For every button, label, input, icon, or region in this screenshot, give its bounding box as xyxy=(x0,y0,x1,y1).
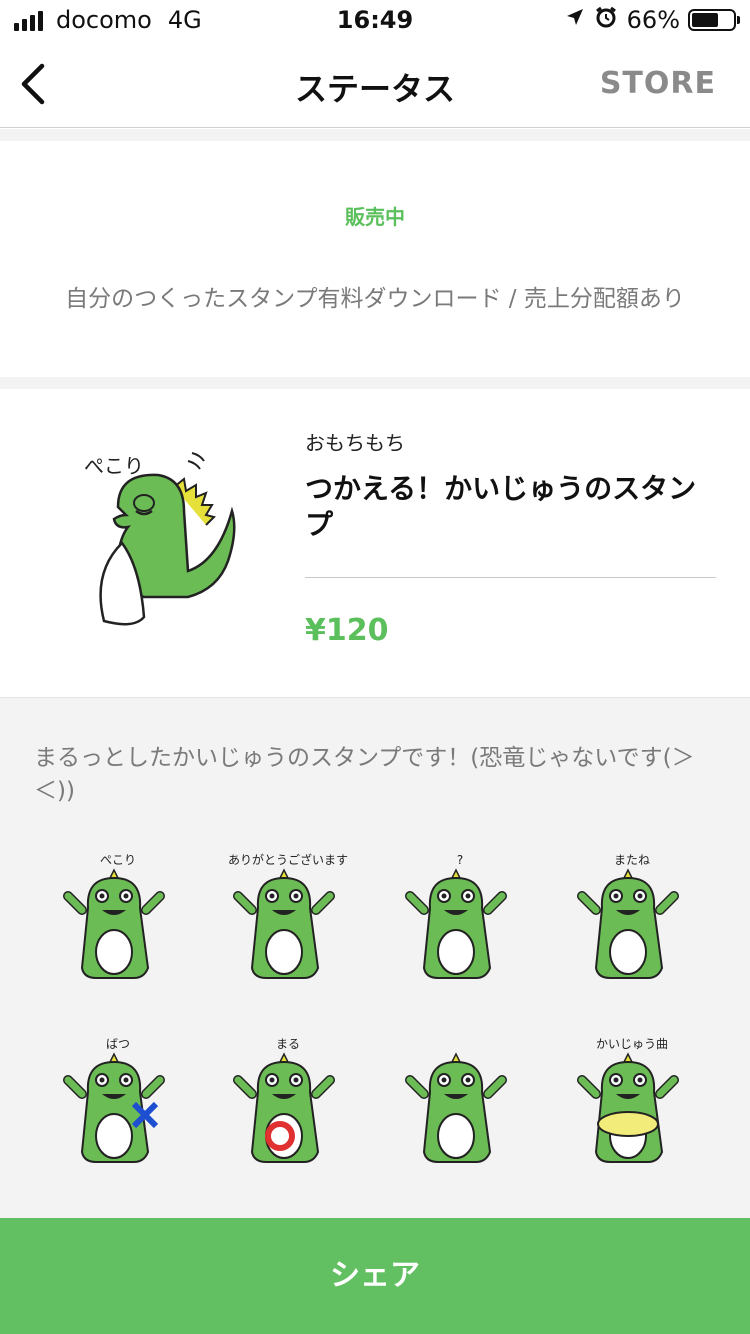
sticker-item[interactable]: ばつ xyxy=(58,1032,168,1172)
product-name: つかえる！かいじゅうのスタンプ xyxy=(305,472,697,541)
svg-text:ばつ: ばつ xyxy=(106,1037,130,1051)
sale-status-description: 自分のつくったスタンプ有料ダウンロード / 売上分配額あり xyxy=(65,286,685,312)
sticker-item[interactable]: またね xyxy=(572,848,682,988)
divider xyxy=(305,577,716,578)
sticker-item[interactable]: ありがとうございます xyxy=(228,848,348,988)
section-divider xyxy=(0,377,750,389)
sticker-item[interactable]: かいじゅう曲 xyxy=(572,1032,682,1172)
battery-percent: 66% xyxy=(626,6,680,34)
svg-text:まる: まる xyxy=(276,1037,300,1051)
alarm-icon xyxy=(595,6,617,34)
sale-status-label: 販売中 xyxy=(345,205,405,229)
location-arrow-icon xyxy=(565,7,585,33)
product-card: ぺこり おもちもち つかえる！かいじゅうのスタンプ ¥120 xyxy=(0,389,750,697)
sticker-main-image: ぺこり xyxy=(78,447,248,637)
share-button[interactable]: シェア xyxy=(0,1218,750,1334)
status-bar-right: 66% xyxy=(565,6,740,34)
svg-text:ぺこり: ぺこり xyxy=(100,853,136,867)
section-divider xyxy=(0,129,750,141)
svg-text:かいじゅう曲: かいじゅう曲 xyxy=(596,1037,668,1051)
svg-text:?: ? xyxy=(457,853,463,867)
store-link[interactable]: STORE xyxy=(600,66,716,101)
svg-text:ぺこり: ぺこり xyxy=(84,454,144,478)
svg-text:ありがとうございます: ありがとうございます xyxy=(228,852,348,867)
sticker-item[interactable]: ぺこり xyxy=(58,848,168,988)
status-bar: docomo 4G 16:49 66% xyxy=(0,0,750,40)
sticker-item[interactable]: ? xyxy=(400,848,510,988)
sticker-item[interactable]: まる xyxy=(228,1032,338,1172)
battery-icon xyxy=(688,9,740,31)
sticker-item[interactable] xyxy=(400,1032,510,1172)
product-description: まるっとしたかいじゅうのスタンプです！(恐竜じゃないです(＞＜)) xyxy=(34,745,695,804)
product-price: ¥120 xyxy=(305,613,389,648)
product-author[interactable]: おもちもち xyxy=(305,427,405,456)
navigation-bar: ステータス STORE xyxy=(0,40,750,128)
battery-fill xyxy=(692,13,719,27)
sale-status-section: 販売中 自分のつくったスタンプ有料ダウンロード / 売上分配額あり xyxy=(0,141,750,377)
svg-text:またね: またね xyxy=(614,853,650,867)
